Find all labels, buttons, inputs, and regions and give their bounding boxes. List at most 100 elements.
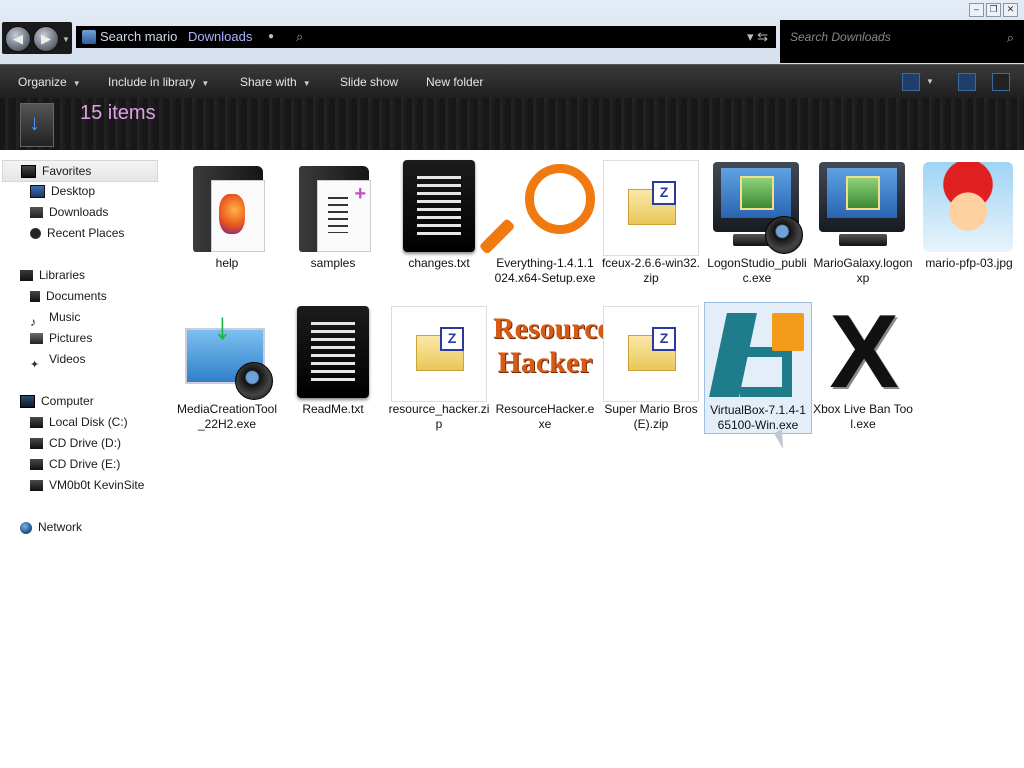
downloads-icon — [30, 207, 43, 219]
sidebar-item-local-disk[interactable]: Local Disk (C:) — [30, 412, 128, 432]
file-item-mario-pfp[interactable]: mario-pfp-03.jpg — [916, 156, 1022, 271]
text-lines — [417, 176, 461, 236]
address-bar[interactable]: Search mario Downloads ● ⌕ ▾ ⇆ — [76, 26, 776, 48]
sidebar-item-downloads[interactable]: Downloads — [30, 202, 108, 222]
sidebar-item-network[interactable]: Network — [20, 517, 82, 537]
address-path-prefix[interactable]: Search mario — [100, 26, 177, 48]
sidebar-item-label: Documents — [46, 289, 107, 303]
media-creation-icon: ↓ — [179, 306, 275, 402]
chevron-down-icon: ▼ — [201, 79, 210, 88]
firefox-folder-icon — [179, 160, 275, 256]
search-input[interactable]: Search Downloads — [790, 30, 891, 44]
navigation-pane: Favorites Desktop Downloads Recent Place… — [0, 158, 160, 768]
forward-arrow-icon[interactable]: ▶ — [33, 26, 59, 52]
search-icon[interactable]: ⌕ — [296, 26, 303, 48]
file-item-resourcehacker-exe[interactable]: Resource Hacker ResourceHacker.exe — [492, 302, 611, 432]
dropdown-dot-icon[interactable]: ● — [268, 26, 274, 48]
file-item-mariogalaxy-logonxp[interactable]: MarioGalaxy.logonxp — [810, 156, 916, 286]
zip-frame: Z — [391, 306, 487, 402]
sidebar-item-label: Local Disk (C:) — [49, 415, 128, 429]
file-item-readme-txt[interactable]: ReadMe.txt — [280, 302, 386, 417]
file-name: resource_hacker.zip — [388, 402, 490, 431]
computer-icon — [20, 395, 35, 409]
sidebar-item-cd-drive-e[interactable]: CD Drive (E:) — [30, 454, 120, 474]
firefox-logo — [219, 194, 245, 234]
file-item-samples[interactable]: + samples — [280, 156, 386, 271]
sidebar-item-music[interactable]: Music — [30, 307, 80, 327]
file-item-resource-hacker-zip[interactable]: Z resource_hacker.zip — [386, 302, 492, 432]
mario-image-icon — [921, 160, 1017, 256]
sidebar-item-label: CD Drive (D:) — [49, 436, 121, 450]
libraries-icon — [20, 270, 33, 282]
sidebar-item-videos[interactable]: Videos — [30, 349, 85, 369]
slide-show-label: Slide show — [340, 75, 399, 89]
file-item-virtualbox[interactable]: VirtualBox-7.1.4-165100-Win.exe — [704, 302, 812, 434]
close-icon[interactable]: ✕ — [1003, 3, 1018, 17]
organize-button[interactable]: Organize ▼ — [18, 65, 81, 99]
chevron-down-icon[interactable]: ▼ — [926, 65, 934, 99]
file-item-mediacreationtool[interactable]: ↓ MediaCreationTool_22H2.exe — [174, 302, 280, 432]
sidebar-item-vm-drive[interactable]: VM0b0t KevinSite — [30, 475, 144, 495]
sidebar-item-cd-drive-d[interactable]: CD Drive (D:) — [30, 433, 121, 453]
resource-hacker-icon: Resource Hacker — [493, 306, 611, 402]
sidebar-item-recent-places[interactable]: Recent Places — [30, 223, 124, 243]
sidebar-item-favorites[interactable]: Favorites — [2, 160, 158, 182]
folder-icon — [82, 30, 96, 44]
restore-icon[interactable]: ❐ — [986, 3, 1001, 17]
zip-z-badge: Z — [440, 327, 464, 351]
sidebar-item-label: Desktop — [51, 184, 96, 198]
preview-pane-icon[interactable] — [958, 73, 976, 91]
file-item-xbox-live-ban-tool[interactable]: X Xbox Live Ban Tool.exe — [810, 294, 916, 432]
share-with-label: Share with — [240, 75, 297, 89]
file-name: help — [215, 256, 239, 270]
share-with-button[interactable]: Share with ▼ — [240, 65, 311, 99]
file-item-fceux-zip[interactable]: Z fceux-2.6.6-win32.zip — [598, 156, 704, 286]
magnifier-ring — [525, 164, 595, 234]
search-icon[interactable]: ⌕ — [1007, 30, 1014, 46]
include-in-library-button[interactable]: Include in library ▼ — [108, 65, 209, 99]
command-bar: Organize ▼ Include in library ▼ Share with… — [0, 64, 1024, 99]
navigation-buttons: ◀ ▶ ▼ — [2, 22, 72, 54]
breadcrumb-downloads[interactable]: Downloads — [188, 26, 252, 48]
refresh-icon[interactable]: ▾ ⇆ — [747, 26, 768, 48]
sidebar-item-label: Videos — [49, 352, 86, 366]
new-folder-button[interactable]: New folder — [426, 65, 483, 99]
help-icon[interactable] — [992, 73, 1010, 91]
sidebar-item-desktop[interactable]: Desktop — [30, 181, 95, 201]
minimize-icon[interactable]: – — [969, 3, 984, 17]
cd-badge-icon — [765, 216, 803, 254]
title-bar: – ❐ ✕ ◀ ▶ ▼ Search mario Downloads ● ⌕ ▾… — [0, 0, 1024, 64]
new-folder-label: New folder — [426, 75, 484, 89]
file-name: mario-pfp-03.jpg — [925, 256, 1013, 270]
file-name: Everything-1.4.1.1024.x64-Setup.exe — [494, 256, 596, 285]
file-item-help[interactable]: help — [174, 156, 280, 271]
virtualbox-icon — [709, 307, 806, 403]
file-list: help + samples changes.txt Everything-1.… — [160, 150, 1024, 768]
user-picture — [846, 176, 880, 210]
file-item-logonstudio[interactable]: LogonStudio_public.exe — [704, 156, 810, 286]
recent-pages-chevron-icon[interactable]: ▼ — [62, 35, 70, 44]
sidebar-item-computer[interactable]: Computer — [20, 391, 94, 411]
file-item-changes-txt[interactable]: changes.txt — [386, 156, 492, 271]
sidebar-item-label: Computer — [41, 394, 94, 408]
item-count: 15 items — [80, 102, 156, 124]
plus-icon: + — [354, 183, 366, 205]
music-icon — [30, 312, 43, 323]
search-box[interactable]: Search Downloads ⌕ — [780, 20, 1024, 63]
file-name: changes.txt — [408, 256, 470, 270]
view-icon[interactable] — [902, 73, 920, 91]
sidebar-item-libraries[interactable]: Libraries — [20, 265, 85, 285]
back-arrow-icon[interactable]: ◀ — [5, 26, 31, 52]
file-item-super-mario-bros-zip[interactable]: Z Super Mario Bros (E).zip — [598, 302, 704, 432]
x-glyph: X — [829, 294, 899, 410]
sidebar-item-documents[interactable]: Documents — [30, 286, 107, 306]
file-item-everything-setup[interactable]: Everything-1.4.1.1024.x64-Setup.exe — [478, 156, 598, 286]
sidebar-item-label: Music — [49, 310, 81, 324]
magnifier-icon — [478, 160, 595, 256]
videos-icon — [30, 354, 43, 365]
slide-show-button[interactable]: Slide show — [340, 65, 398, 99]
organize-label: Organize — [18, 75, 67, 89]
sidebar-item-pictures[interactable]: Pictures — [30, 328, 92, 348]
monitor-user-icon — [815, 160, 911, 256]
logo-stroke — [740, 347, 792, 397]
